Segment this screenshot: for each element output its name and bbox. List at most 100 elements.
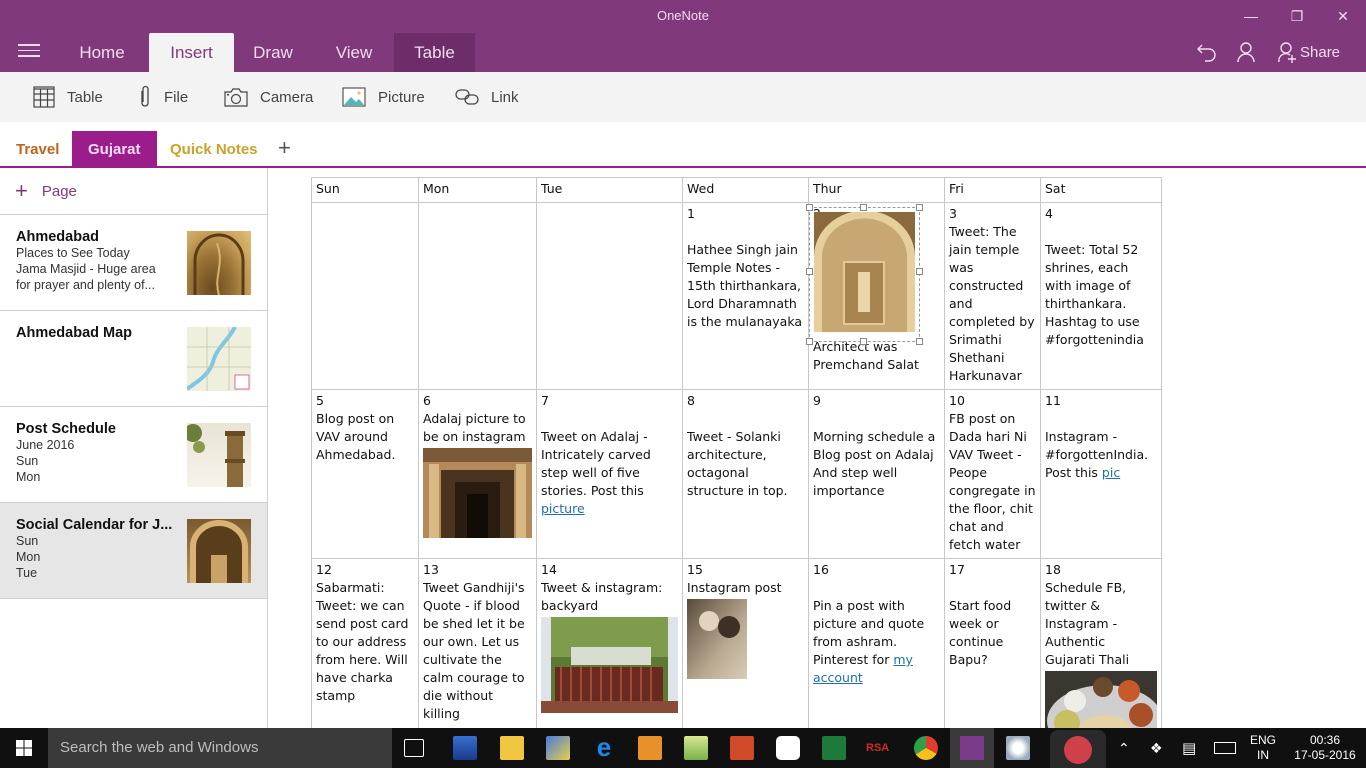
tab-home[interactable]: Home bbox=[64, 33, 140, 72]
social-calendar-table[interactable]: Sun Mon Tue Wed Thur Fri Sat 1 Hathee Si… bbox=[311, 177, 1162, 728]
calendar-cell[interactable] bbox=[418, 202, 537, 390]
insert-table-button[interactable]: Table bbox=[33, 84, 103, 110]
page-thumbnail-carved-window bbox=[187, 231, 251, 296]
section-tab-gujarat[interactable]: Gujarat bbox=[72, 131, 157, 166]
page-item-ahmedabad[interactable]: Ahmedabad Places to See Today Jama Masji… bbox=[0, 215, 267, 311]
calendar-cell[interactable]: 12 Sabarmati: Tweet: we can send post ca… bbox=[311, 558, 419, 728]
windows-icon bbox=[16, 740, 32, 756]
calendar-cell[interactable]: 3 Tweet: The jain temple was constructed… bbox=[944, 202, 1041, 390]
header-wed: Wed bbox=[682, 177, 809, 203]
close-button[interactable]: ✕ bbox=[1320, 4, 1366, 28]
airtel-icon[interactable] bbox=[776, 736, 800, 760]
onenote-active-app[interactable] bbox=[950, 728, 994, 768]
account-button[interactable] bbox=[1236, 40, 1256, 64]
undo-button[interactable] bbox=[1196, 40, 1218, 64]
calendar-cell[interactable]: 4 Tweet: Total 52 shrines, each with ima… bbox=[1040, 202, 1162, 390]
start-button[interactable] bbox=[0, 728, 48, 768]
section-tab-travel[interactable]: Travel bbox=[0, 131, 75, 166]
calendar-cell[interactable]: 2 Architect was Premchand Salat bbox=[806, 202, 945, 390]
rsa-icon[interactable]: RSA bbox=[866, 736, 894, 760]
dropbox-icon[interactable]: ❖ bbox=[1150, 728, 1163, 768]
note-canvas[interactable]: Sun Mon Tue Wed Thur Fri Sat 1 Hathee Si… bbox=[269, 168, 1366, 728]
hamburger-icon[interactable] bbox=[18, 44, 40, 58]
calendar-cell[interactable]: 9 Morning schedule a Blog post on Adalaj… bbox=[808, 389, 945, 559]
add-page-button[interactable]: + Page bbox=[0, 168, 267, 215]
calendar-cell[interactable]: 18 Schedule FB, twitter & Instagram - Au… bbox=[1040, 558, 1162, 728]
selected-image-frame[interactable] bbox=[806, 204, 923, 345]
resize-handle[interactable] bbox=[806, 204, 813, 211]
tab-draw[interactable]: Draw bbox=[240, 33, 306, 72]
calendar-cell[interactable]: 1 Hathee Singh jain Temple Notes - 15th … bbox=[682, 202, 809, 390]
section-tab-quick-notes[interactable]: Quick Notes bbox=[154, 131, 274, 166]
calendar-cell[interactable] bbox=[311, 202, 419, 390]
page-item-social-calendar[interactable]: Social Calendar for J... Sun Mon Tue bbox=[0, 503, 267, 599]
paperclip-icon bbox=[138, 85, 152, 109]
insert-link-button[interactable]: Link bbox=[455, 84, 519, 110]
insert-picture-button[interactable]: Picture bbox=[342, 84, 425, 110]
calendar-cell[interactable]: 8 Tweet - Solanki architecture, octagona… bbox=[682, 389, 809, 559]
page-item-post-schedule[interactable]: Post Schedule June 2016 Sun Mon bbox=[0, 407, 267, 503]
calendar-cell[interactable]: 14 Tweet & instagram: backyard bbox=[536, 558, 683, 728]
calendar-cell[interactable]: 11 Instagram - #forgottenIndia. Post thi… bbox=[1040, 389, 1162, 559]
resize-handle[interactable] bbox=[916, 204, 923, 211]
clock[interactable]: 00:36 17-05-2016 bbox=[1292, 728, 1358, 768]
calendar-cell[interactable]: 13 Tweet Gandhiji's Quote - if blood be … bbox=[418, 558, 537, 728]
excel-icon[interactable] bbox=[822, 736, 846, 760]
calendar-cell[interactable]: 6 Adalaj picture to be on instagram bbox=[418, 389, 537, 559]
add-section-button[interactable]: + bbox=[278, 135, 291, 161]
insert-picture-label: Picture bbox=[378, 88, 425, 106]
show-hidden-icons-button[interactable]: ⌃ bbox=[1118, 728, 1130, 768]
calendar-week-row: 5 Blog post on VAV around Ahmedabad. 6 A… bbox=[311, 389, 1162, 559]
section-tabs: Travel Gujarat Quick Notes + bbox=[0, 131, 1366, 168]
day-number: 18 bbox=[1045, 562, 1061, 577]
file-explorer-icon[interactable] bbox=[500, 736, 524, 760]
remote-desktop-icon[interactable] bbox=[453, 736, 477, 760]
picture-link[interactable]: picture bbox=[541, 501, 585, 516]
pinned-app-tile[interactable] bbox=[1050, 730, 1106, 768]
page-title: Social Calendar for J... bbox=[16, 517, 173, 533]
calendar-cell[interactable]: 5 Blog post on VAV around Ahmedabad. bbox=[311, 389, 419, 559]
page-item-ahmedabad-map[interactable]: Ahmedabad Map bbox=[0, 311, 267, 407]
language-indicator[interactable]: ENG IN bbox=[1250, 728, 1276, 768]
language-code: ENG bbox=[1250, 733, 1277, 747]
resize-handle[interactable] bbox=[806, 268, 813, 275]
calendar-cell[interactable]: 10 FB post on Dada hari Ni VAV Tweet - P… bbox=[944, 389, 1041, 559]
calendar-cell[interactable]: 15 Instagram post bbox=[682, 558, 809, 728]
minimize-button[interactable]: — bbox=[1228, 4, 1274, 28]
resize-handle[interactable] bbox=[806, 338, 813, 345]
day-number: 6 bbox=[423, 393, 431, 408]
paint-icon[interactable] bbox=[1006, 736, 1030, 760]
notepad-icon[interactable] bbox=[684, 736, 708, 760]
region-code: IN bbox=[1257, 748, 1269, 762]
day-number: 10 bbox=[949, 393, 965, 408]
tab-view[interactable]: View bbox=[320, 33, 388, 72]
resize-handle[interactable] bbox=[916, 268, 923, 275]
tab-insert[interactable]: Insert bbox=[149, 33, 234, 72]
resize-handle[interactable] bbox=[860, 204, 867, 211]
insert-camera-button[interactable]: Camera bbox=[224, 84, 313, 110]
share-button[interactable]: Share bbox=[1278, 40, 1340, 64]
media-player-icon[interactable] bbox=[638, 736, 662, 760]
calendar-cell[interactable]: 17 Start food week or continue Bapu? bbox=[944, 558, 1041, 728]
tab-table[interactable]: Table bbox=[394, 33, 475, 72]
taskbar-search-box[interactable]: Search the web and Windows bbox=[48, 728, 392, 768]
chrome-icon[interactable] bbox=[914, 736, 938, 760]
keyboard-icon[interactable] bbox=[1214, 728, 1236, 768]
calendar-cell[interactable]: 7 Tweet on Adalaj - Intricately carved s… bbox=[536, 389, 683, 559]
network-icon[interactable] bbox=[546, 736, 570, 760]
resize-handle[interactable] bbox=[860, 338, 867, 345]
restore-button[interactable]: ❐ bbox=[1274, 4, 1320, 28]
calendar-cell[interactable]: 16 Pin a post with picture and quote fro… bbox=[808, 558, 945, 728]
calendar-header-row: Sun Mon Tue Wed Thur Fri Sat bbox=[311, 177, 1162, 203]
resize-handle[interactable] bbox=[916, 338, 923, 345]
calendar-week-row: 12 Sabarmati: Tweet: we can send post ca… bbox=[311, 558, 1162, 728]
task-view-icon[interactable] bbox=[404, 739, 424, 757]
action-center-icon[interactable]: ▤ bbox=[1182, 728, 1196, 768]
cell-note: Tweet Gandhiji's Quote - if blood be she… bbox=[423, 580, 525, 721]
edge-icon[interactable]: e bbox=[592, 734, 616, 760]
insert-file-button[interactable]: File bbox=[138, 84, 188, 110]
cell-note: Hathee Singh jain Temple Notes - 15th th… bbox=[687, 242, 802, 329]
pic-link[interactable]: pic bbox=[1102, 465, 1120, 480]
calendar-cell[interactable] bbox=[536, 202, 683, 390]
powerpoint-icon[interactable] bbox=[730, 736, 754, 760]
